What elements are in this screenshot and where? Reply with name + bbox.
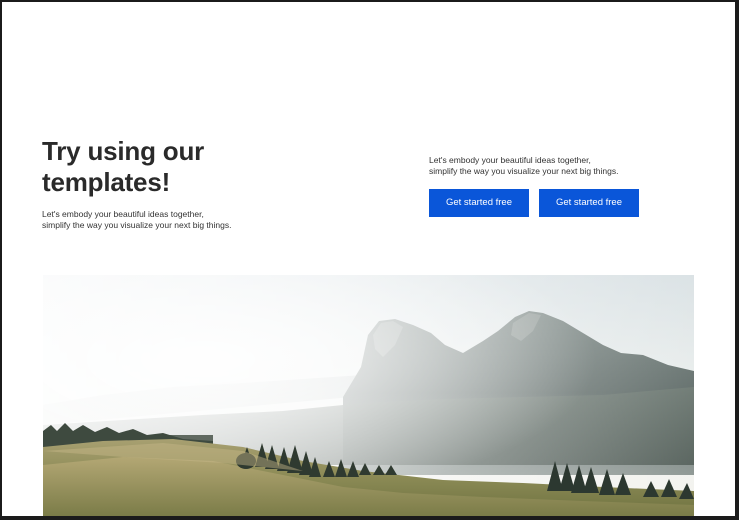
get-started-button-secondary[interactable]: Get started free xyxy=(539,189,639,217)
hero-title: Try using our templates! xyxy=(42,136,204,198)
cta-description-line-2: simplify the way you visualize your next… xyxy=(429,166,619,176)
landscape-image xyxy=(43,275,694,516)
cta-description: Let's embody your beautiful ideas togeth… xyxy=(429,155,618,177)
hero-title-line-1: Try using our xyxy=(42,136,205,166)
hero-description-line-2: simplify the way you visualize your next… xyxy=(42,220,232,230)
hero-description: Let's embody your beautiful ideas togeth… xyxy=(42,209,231,231)
get-started-button-primary[interactable]: Get started free xyxy=(429,189,529,217)
hero-title-line-2: templates! xyxy=(42,167,171,197)
page-frame: Try using our templates! Let's embody yo… xyxy=(2,2,735,516)
landscape-illustration xyxy=(43,275,694,516)
cta-description-line-1: Let's embody your beautiful ideas togeth… xyxy=(429,155,591,165)
hero-description-line-1: Let's embody your beautiful ideas togeth… xyxy=(42,209,204,219)
